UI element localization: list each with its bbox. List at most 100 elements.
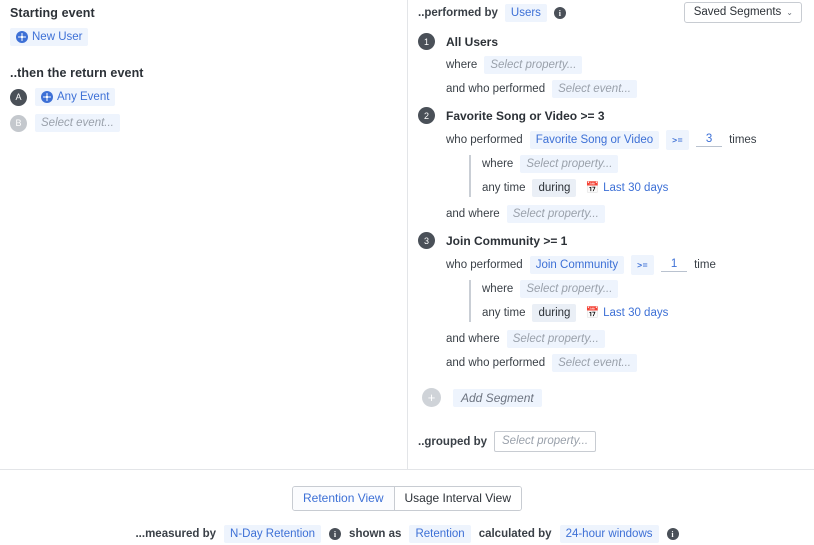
segment-3-and-where-label: and where — [446, 333, 500, 345]
segment-2-nested-where-row: where Select property... — [482, 155, 802, 173]
segment-1-performed-label: and who performed — [446, 83, 546, 95]
segment-1-where-input[interactable]: Select property... — [484, 56, 583, 74]
segment-1-header: 1 All Users — [418, 33, 802, 50]
segment-2-who-performed-label: who performed — [446, 134, 523, 146]
segment-3-body: who performed Join Community >= 1 time w… — [418, 255, 802, 372]
chevron-down-icon: ⌄ — [786, 7, 793, 17]
return-event-badge-b: B — [10, 114, 27, 132]
starting-event-label: New User — [32, 31, 83, 43]
measured-by-chip[interactable]: N-Day Retention — [224, 525, 322, 543]
segment-3-nested-time-row: any time during 📅 Last 30 days — [482, 304, 802, 322]
segment-3-and-where-input[interactable]: Select property... — [506, 330, 605, 348]
return-event-label-b: Select event... — [41, 117, 114, 129]
view-toggle-wrap: Retention View Usage Interval View — [0, 486, 814, 511]
calculated-by-chip[interactable]: 24-hour windows — [559, 525, 659, 543]
performed-by-value: Users — [510, 7, 541, 19]
segment-3-nested-wrap: where Select property... any time during — [446, 280, 802, 324]
calculated-by-value: 24-hour windows — [565, 528, 653, 540]
return-event-chip-b[interactable]: Select event... — [35, 114, 120, 132]
segment-3-nested-where-label: where — [482, 283, 514, 295]
segment-3-event-chip[interactable]: Join Community — [529, 256, 625, 274]
starting-event-row: New User — [10, 28, 393, 46]
segment-1-title: All Users — [446, 34, 499, 49]
segment-3-operator-chip[interactable]: >= — [631, 255, 655, 275]
segment-2: 2 Favorite Song or Video >= 3 who perfor… — [418, 107, 802, 223]
segment-3-and-performed-label: and who performed — [446, 357, 546, 369]
segment-2-event-chip[interactable]: Favorite Song or Video — [529, 131, 660, 149]
segment-3-count-unit: time — [694, 259, 716, 271]
segment-2-who-performed-row: who performed Favorite Song or Video >= … — [446, 130, 802, 150]
retention-query-builder: Starting event New User ..then the retur… — [0, 0, 814, 545]
event-globe-icon — [16, 31, 28, 43]
add-segment-row[interactable]: + Add Segment — [418, 388, 802, 407]
segment-2-nested-where-input[interactable]: Select property... — [520, 155, 619, 173]
tab-usage-interval-view[interactable]: Usage Interval View — [393, 487, 521, 510]
segment-3-nested-where-row: where Select property... — [482, 280, 802, 298]
segment-2-during-label: during — [538, 182, 571, 194]
segment-3-nested-time-label: any time — [482, 307, 526, 319]
segment-2-daterange-chip[interactable]: 📅 Last 30 days — [583, 179, 674, 197]
segments-pane: ..performed by Users i Saved Segments ⌄ … — [407, 0, 814, 469]
segment-2-nested-time-label: any time — [482, 182, 526, 194]
segment-3-and-performed-placeholder: Select event... — [558, 357, 631, 369]
segment-2-count-input[interactable]: 3 — [696, 133, 723, 147]
segment-2-header: 2 Favorite Song or Video >= 3 — [418, 107, 802, 124]
segment-2-operator-label: >= — [672, 135, 684, 145]
segment-3-title: Join Community >= 1 — [446, 233, 568, 248]
measurement-row: ...measured by N-Day Retention i shown a… — [0, 525, 814, 543]
grouped-by-label: ..grouped by — [418, 435, 487, 448]
segment-2-during-chip[interactable]: during — [532, 179, 577, 197]
return-event-label-a: Any Event — [57, 91, 110, 103]
segment-3-who-performed-row: who performed Join Community >= 1 time — [446, 255, 802, 275]
segment-2-nested: where Select property... any time during — [469, 155, 802, 197]
segment-1-where-row: where Select property... — [446, 56, 802, 74]
segment-3-count-input[interactable]: 1 — [661, 258, 688, 272]
segment-3-daterange-chip[interactable]: 📅 Last 30 days — [583, 304, 674, 322]
info-icon[interactable]: i — [329, 528, 342, 540]
return-event-heading: ..then the return event — [10, 66, 144, 80]
segment-2-title: Favorite Song or Video >= 3 — [446, 108, 605, 123]
segment-1-number: 1 — [418, 33, 435, 50]
segment-3-and-where-placeholder: Select property... — [512, 333, 599, 345]
segment-3-operator-label: >= — [637, 260, 649, 270]
return-event-chip-a[interactable]: Any Event — [35, 88, 116, 106]
info-icon[interactable]: i — [666, 528, 679, 540]
segment-1-body: where Select property... and who perform… — [418, 56, 802, 98]
tab-retention-view[interactable]: Retention View — [293, 487, 394, 510]
events-pane: Starting event New User ..then the retur… — [0, 0, 407, 469]
measured-by-label: ...measured by — [135, 528, 217, 540]
segment-2-daterange-label: Last 30 days — [603, 182, 669, 194]
segment-2-count-unit: times — [729, 134, 757, 146]
info-icon[interactable]: i — [553, 7, 566, 19]
return-event-row-b: B Select event... — [10, 114, 393, 132]
grouped-by-input[interactable]: Select property... — [494, 431, 597, 452]
segment-1-performed-input[interactable]: Select event... — [552, 80, 637, 98]
segment-3-and-performed-input[interactable]: Select event... — [552, 354, 637, 372]
segment-3-event-label: Join Community — [535, 259, 619, 271]
segment-3-nested-where-input[interactable]: Select property... — [520, 280, 619, 298]
performed-by-label: ..performed by — [418, 7, 498, 19]
segment-3-nested-where-placeholder: Select property... — [526, 283, 613, 295]
performed-by-chip[interactable]: Users — [504, 4, 547, 22]
segment-3-daterange-label: Last 30 days — [603, 307, 669, 319]
segment-2-and-where-input[interactable]: Select property... — [506, 205, 605, 223]
segment-3: 3 Join Community >= 1 who performed Join… — [418, 232, 802, 372]
add-segment-label[interactable]: Add Segment — [453, 388, 542, 407]
segment-3-who-performed-label: who performed — [446, 259, 523, 271]
segment-3-during-chip[interactable]: during — [532, 304, 577, 322]
segment-3-and-performed-row: and who performed Select event... — [446, 354, 802, 372]
saved-segments-label: Saved Segments — [693, 6, 782, 18]
shown-as-chip[interactable]: Retention — [409, 525, 471, 543]
starting-event-chip[interactable]: New User — [10, 28, 89, 46]
return-event-row-a: A Any Event — [10, 88, 393, 106]
segment-2-and-where-label: and where — [446, 208, 500, 220]
plus-icon[interactable]: + — [422, 388, 441, 407]
segment-3-and-where-row: and where Select property... — [446, 330, 802, 348]
segment-2-nested-time-row: any time during 📅 Last 30 days — [482, 179, 802, 197]
segment-2-operator-chip[interactable]: >= — [666, 130, 690, 150]
saved-segments-button[interactable]: Saved Segments ⌄ — [683, 2, 802, 23]
segment-3-during-label: during — [538, 307, 571, 319]
calendar-icon: 📅 — [585, 306, 600, 319]
segment-3-header: 3 Join Community >= 1 — [418, 232, 802, 249]
footer: Retention View Usage Interval View ...me… — [0, 470, 814, 545]
